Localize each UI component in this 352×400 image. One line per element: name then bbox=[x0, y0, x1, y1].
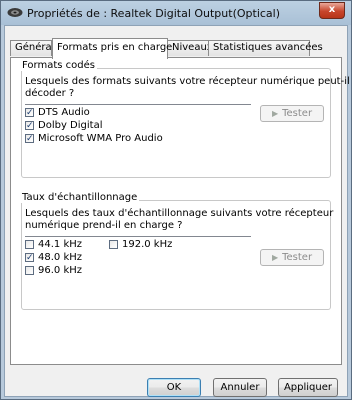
close-button[interactable]: x bbox=[319, 2, 345, 19]
close-icon: x bbox=[328, 4, 336, 15]
rate-48k-checkbox[interactable]: ✓ bbox=[25, 253, 34, 263]
sample-rate-list: 44.1 kHz ✓ 48.0 kHz 96.0 kHz 192.0 kHz bbox=[25, 236, 251, 280]
dolby-checkbox[interactable]: ✓ bbox=[25, 121, 34, 131]
wma-pro-checkbox[interactable]: ✓ bbox=[25, 134, 34, 144]
dts-checkbox[interactable]: ✓ bbox=[25, 108, 34, 118]
dialog-client-area: Général Formats pris en charge Niveaux S… bbox=[4, 25, 350, 397]
encoded-formats-group: Formats codés Lesquels des formats suiva… bbox=[21, 60, 350, 178]
window-title: Propriétés de : Realtek Digital Output(O… bbox=[27, 7, 281, 20]
apply-button[interactable]: Appliquer bbox=[278, 378, 338, 397]
play-icon: ▶ bbox=[271, 253, 279, 262]
tab-supported-formats[interactable]: Formats pris en charge bbox=[52, 38, 172, 59]
sample-rate-test-label: Tester bbox=[282, 252, 313, 263]
properties-window: Propriétés de : Realtek Digital Output(O… bbox=[0, 0, 352, 400]
encoded-formats-description-2: décoder ? bbox=[25, 88, 75, 99]
sample-rate-title: Taux d'échantillonnage bbox=[21, 192, 140, 203]
encoded-formats-list: ✓ DTS Audio ✓ Dolby Digital ✓ Microsoft … bbox=[25, 104, 251, 148]
dts-label: DTS Audio bbox=[38, 107, 90, 118]
rate-44k-checkbox[interactable] bbox=[25, 240, 34, 249]
sample-rate-test-button[interactable]: ▶ Tester bbox=[260, 249, 324, 266]
tab-general[interactable]: Général bbox=[10, 40, 54, 56]
sample-rate-description-2: numérique prend-il en charge ? bbox=[25, 220, 183, 231]
rate-96k-checkbox[interactable] bbox=[25, 266, 34, 275]
tab-advanced-stats[interactable]: Statistiques avancées bbox=[208, 40, 323, 56]
tab-strip: Général Formats pris en charge Niveaux S… bbox=[10, 38, 344, 59]
tab-levels[interactable]: Niveaux bbox=[167, 40, 213, 56]
tab-panel: Formats codés Lesquels des formats suiva… bbox=[10, 57, 350, 365]
play-icon: ▶ bbox=[271, 109, 279, 118]
title-bar[interactable]: Propriétés de : Realtek Digital Output(O… bbox=[1, 1, 351, 25]
sample-rate-description-1: Lesquels des taux d'échantillonnage suiv… bbox=[25, 208, 334, 219]
dolby-label: Dolby Digital bbox=[38, 120, 103, 131]
ok-button[interactable]: OK bbox=[147, 378, 201, 397]
encoded-formats-description-1: Lesquels des formats suivants votre réce… bbox=[25, 76, 350, 87]
rate-96k-label: 96.0 kHz bbox=[38, 265, 83, 276]
formats-test-button[interactable]: ▶ Tester bbox=[260, 105, 324, 122]
rate-192k-label: 192.0 kHz bbox=[122, 239, 173, 250]
rate-192k-checkbox[interactable] bbox=[109, 240, 118, 249]
encoded-formats-title: Formats codés bbox=[21, 60, 97, 71]
rate-48k-label: 48.0 kHz bbox=[38, 252, 83, 263]
speaker-device-icon bbox=[7, 8, 23, 17]
wma-pro-label: Microsoft WMA Pro Audio bbox=[38, 133, 163, 144]
cancel-button[interactable]: Annuler bbox=[213, 378, 267, 397]
rate-44k-label: 44.1 kHz bbox=[38, 239, 83, 250]
sample-rate-group: Taux d'échantillonnage Lesquels des taux… bbox=[21, 192, 334, 310]
formats-test-label: Tester bbox=[282, 108, 313, 119]
